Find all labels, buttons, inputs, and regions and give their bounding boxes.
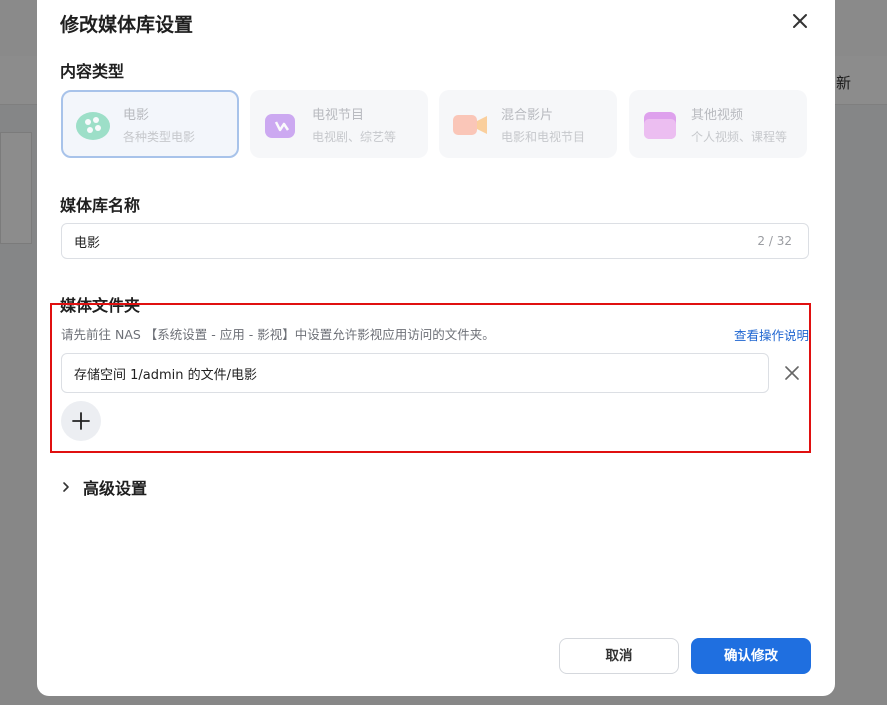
- card-title: 电影: [123, 108, 150, 123]
- folder-path-input[interactable]: [74, 354, 754, 392]
- content-type-card-movie[interactable]: 电影 各种类型电影: [61, 90, 239, 158]
- dialog-title: 修改媒体库设置: [60, 14, 194, 36]
- card-title: 电视节目: [312, 108, 365, 123]
- confirm-button[interactable]: 确认修改: [691, 638, 811, 674]
- character-counter: 2 / 32: [757, 234, 792, 248]
- advanced-settings-label: 高级设置: [83, 479, 148, 498]
- plus-icon: [72, 412, 90, 430]
- library-name-field: 2 / 32: [61, 223, 809, 259]
- chevron-right-icon: [63, 482, 69, 492]
- video-camera-icon: [453, 115, 487, 135]
- background-right-text: 新: [836, 74, 852, 92]
- tv-icon: [265, 114, 295, 138]
- remove-folder-icon[interactable]: [785, 366, 799, 380]
- close-icon[interactable]: [791, 12, 809, 30]
- view-instructions-link[interactable]: 查看操作说明: [734, 325, 809, 344]
- advanced-settings-toggle[interactable]: 高级设置: [61, 475, 147, 499]
- library-name-input[interactable]: [74, 224, 674, 258]
- library-settings-dialog: 修改媒体库设置 内容类型 电影 各种类型电影 电视节目 电视剧、综艺等 混合影片…: [37, 0, 835, 696]
- media-folder-label: 媒体文件夹: [60, 296, 141, 315]
- card-subtitle: 各种类型电影: [123, 130, 196, 144]
- film-reel-icon: [76, 112, 110, 140]
- card-title: 其他视频: [691, 108, 744, 123]
- content-type-card-tv[interactable]: 电视节目 电视剧、综艺等: [250, 90, 428, 158]
- content-type-card-other[interactable]: 其他视频 个人视频、课程等: [629, 90, 807, 158]
- folder-path-field: [61, 353, 769, 393]
- content-type-label: 内容类型: [60, 62, 125, 81]
- content-type-card-mixed[interactable]: 混合影片 电影和电视节目: [439, 90, 617, 158]
- folder-icon: [644, 112, 676, 139]
- add-folder-button[interactable]: [61, 401, 101, 441]
- cancel-button[interactable]: 取消: [559, 638, 679, 674]
- card-title: 混合影片: [501, 108, 554, 123]
- media-folder-hint: 请先前往 NAS 【系统设置 - 应用 - 影视】中设置允许影视应用访问的文件夹…: [61, 327, 495, 342]
- library-name-label: 媒体库名称: [60, 196, 141, 215]
- content-type-cards: 电影 各种类型电影 电视节目 电视剧、综艺等 混合影片 电影和电视节目 其他视频…: [61, 90, 809, 158]
- card-subtitle: 电视剧、综艺等: [312, 130, 397, 144]
- card-subtitle: 个人视频、课程等: [691, 130, 788, 144]
- card-subtitle: 电影和电视节目: [501, 130, 586, 144]
- background-card: [0, 132, 32, 244]
